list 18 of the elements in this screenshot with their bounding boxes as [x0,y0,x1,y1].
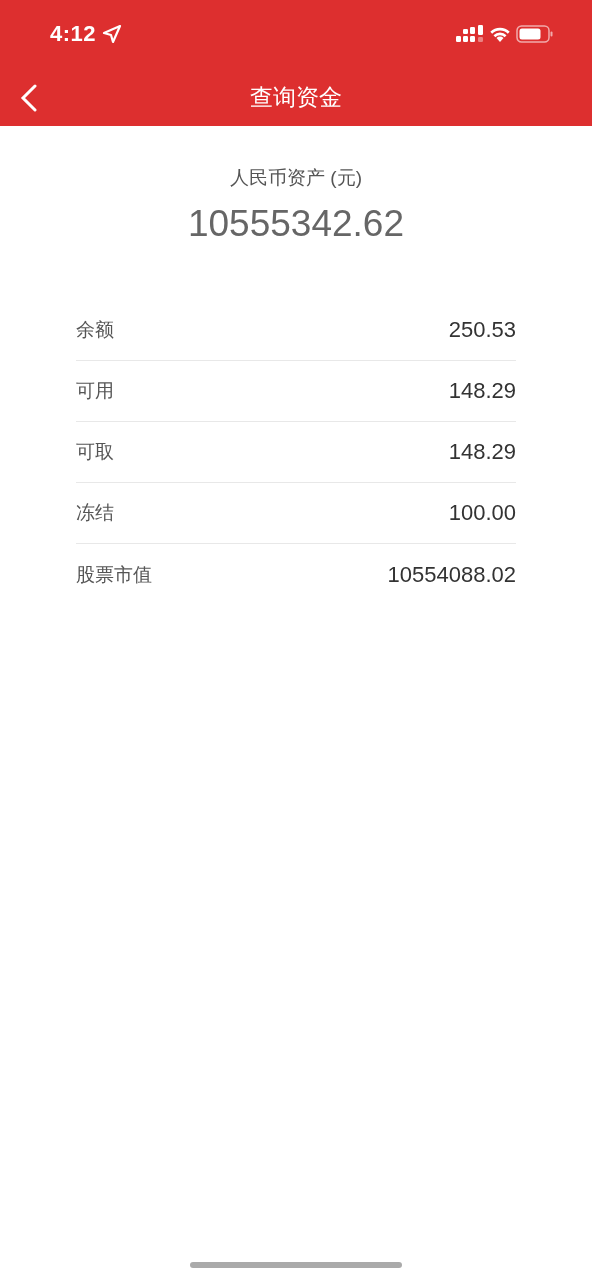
wifi-icon [488,25,512,43]
status-time: 4:12 [50,21,97,47]
signal-icon [456,25,484,43]
page-title: 查询资金 [250,82,342,112]
fund-value: 148.29 [448,378,516,404]
fund-label: 冻结 [76,501,114,525]
battery-icon [516,25,554,43]
fund-label: 余额 [76,318,114,342]
fund-value: 250.53 [448,317,516,343]
fund-label: 可取 [76,440,114,464]
fund-label: 股票市值 [76,562,152,587]
fund-value: 148.29 [448,439,516,465]
fund-value: 100.00 [448,500,516,526]
location-arrow-icon [102,24,123,44]
asset-label: 人民币资产 (元) [230,166,362,190]
total-assets: 10555342.62 [187,202,405,246]
fund-label: 可用 [76,379,114,403]
fund-value: 10554088.02 [387,561,516,588]
